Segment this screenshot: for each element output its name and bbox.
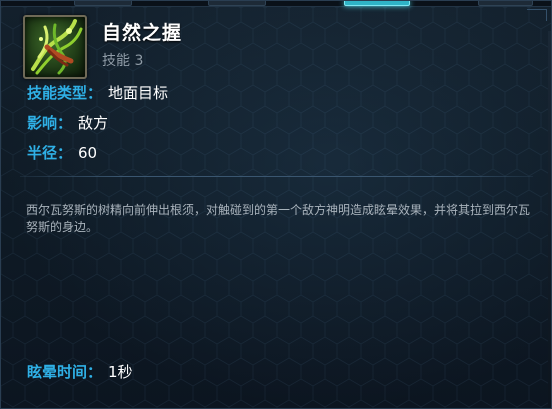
top-tab-4[interactable] xyxy=(478,1,533,6)
tree-roots-icon xyxy=(23,15,87,79)
stat-row-type: 技能类型： 地面目标 xyxy=(27,82,168,103)
stat-label: 技能类型： xyxy=(27,84,103,102)
stat-row-stun-duration: 眩晕时间： 1秒 xyxy=(27,361,133,382)
top-tab-active[interactable] xyxy=(344,1,410,6)
stat-value: 60 xyxy=(78,144,98,162)
stat-value: 地面目标 xyxy=(108,84,169,102)
skill-name: 自然之握 xyxy=(102,22,183,44)
ability-tooltip-panel: 自然之握 技能 3 技能类型： 地面目标 影响： 敌方 半径： 60 西尔瓦努斯的树精… xyxy=(0,0,552,409)
stun-value: 1秒 xyxy=(108,363,133,381)
top-tab-2[interactable] xyxy=(208,1,266,6)
stun-label: 眩晕时间： xyxy=(27,363,103,381)
right-edge xyxy=(548,31,551,408)
stat-row-radius: 半径： 60 xyxy=(27,142,97,163)
stat-label: 影响： xyxy=(27,114,73,132)
skill-description: 西尔瓦努斯的树精向前伸出根须，对触碰到的第一个敌方神明造成眩晕效果，并将其拉到西… xyxy=(26,203,531,234)
stat-label: 半径： xyxy=(27,144,73,162)
top-tab-1[interactable] xyxy=(74,1,132,6)
stat-row-affects: 影响： 敌方 xyxy=(27,112,108,133)
skill-slot: 技能 3 xyxy=(102,53,144,69)
corner-bracket xyxy=(527,9,547,21)
stat-value: 敌方 xyxy=(78,114,109,132)
section-divider xyxy=(20,176,533,177)
